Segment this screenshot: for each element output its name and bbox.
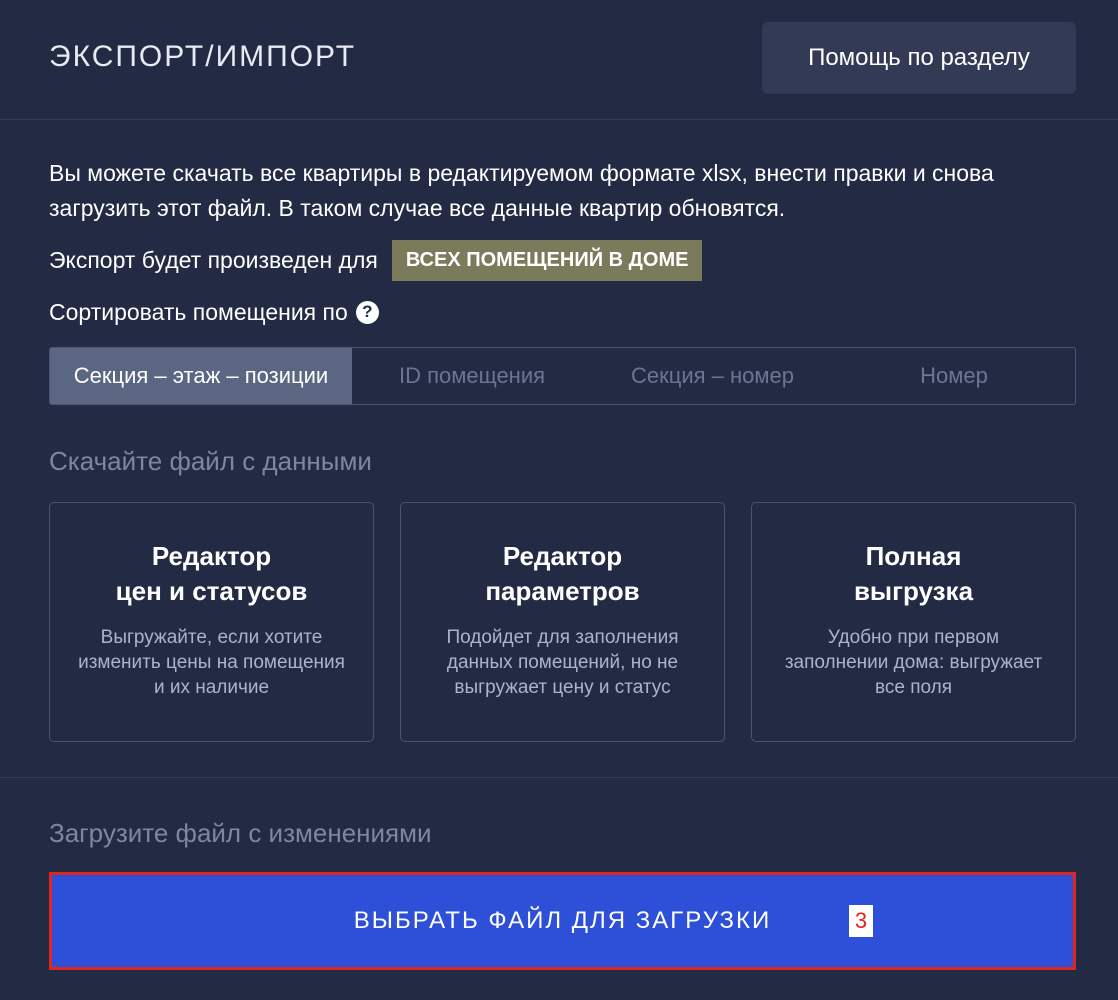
export-scope-label: Экспорт будет произведен для — [49, 247, 378, 273]
card-title: Полная выгрузка — [784, 539, 1044, 609]
card-description: Удобно при первом заполнении дома: выгру… — [784, 627, 1043, 698]
sort-option-section-number[interactable]: Секция – номер — [592, 348, 833, 404]
section-divider — [0, 777, 1118, 778]
sort-segmented-control: Секция – этаж – позиции ID помещения Сек… — [49, 347, 1076, 405]
page-title: ЭКСПОРТ/ИМПОРТ — [49, 40, 357, 73]
card-title-line: параметров — [485, 576, 640, 606]
download-card-full-export[interactable]: Полная выгрузка Удобно при первом заполн… — [751, 502, 1076, 742]
download-card-parameters-editor[interactable]: Редактор параметров Подойдет для заполне… — [400, 502, 725, 742]
choose-upload-file-button[interactable]: ВЫБРАТЬ ФАЙЛ ДЛЯ ЗАГРУЗКИ — [49, 872, 1076, 970]
card-title: Редактор параметров — [433, 539, 693, 609]
card-title-line: Полная — [865, 541, 962, 571]
export-scope-row: Экспорт будет произведен для ВСЕХ ПОМЕЩЕ… — [49, 240, 703, 281]
sort-label: Сортировать помещения по — [49, 298, 348, 325]
sort-option-section-floor-position[interactable]: Секция – этаж – позиции — [50, 348, 352, 404]
download-card-price-status-editor[interactable]: Редактор цен и статусов Выгружайте, если… — [49, 502, 374, 742]
card-title-line: Редактор — [502, 541, 623, 571]
annotation-marker: 3 — [849, 905, 873, 937]
sort-row: Сортировать помещения по ? — [49, 296, 379, 328]
card-description: Подойдет для заполнения данных помещений… — [446, 627, 679, 698]
export-scope-badge[interactable]: ВСЕХ ПОМЕЩЕНИЙ В ДОМЕ — [391, 240, 703, 281]
card-title-line: Редактор — [151, 541, 272, 571]
section-help-button[interactable]: Помощь по разделу — [762, 22, 1076, 94]
card-title: Редактор цен и статусов — [82, 539, 342, 609]
card-title-line: выгрузка — [853, 576, 974, 606]
sort-option-room-id[interactable]: ID помещения — [352, 348, 592, 404]
sort-option-number[interactable]: Номер — [833, 348, 1075, 404]
page-header: ЭКСПОРТ/ИМПОРТ Помощь по разделу — [0, 0, 1118, 120]
download-section-title: Скачайте файл с данными — [49, 446, 372, 476]
upload-section-title: Загрузите файл с изменениями — [49, 818, 432, 848]
question-circle-icon[interactable]: ? — [355, 300, 379, 324]
download-cards: Редактор цен и статусов Выгружайте, если… — [49, 502, 1076, 742]
card-title-line: цен и статусов — [115, 576, 308, 606]
intro-text: Вы можете скачать все квартиры в редакти… — [49, 160, 994, 221]
card-description: Выгружайте, если хотите изменить цены на… — [78, 627, 345, 698]
